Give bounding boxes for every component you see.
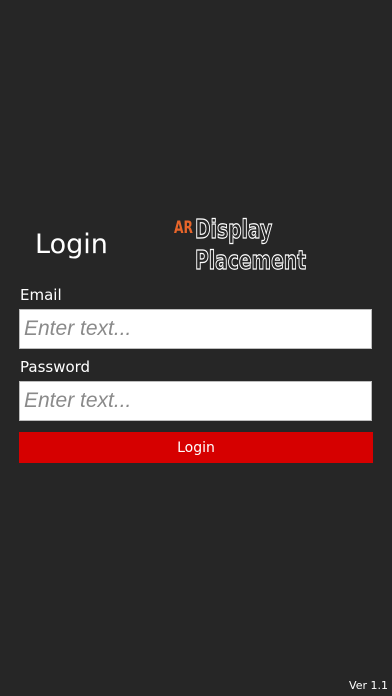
page-title: Login xyxy=(35,229,108,260)
email-field[interactable] xyxy=(19,309,372,349)
logo-placement-text: Placement xyxy=(195,245,307,276)
app-logo: AR Display Placement xyxy=(174,214,324,278)
password-field[interactable] xyxy=(19,381,372,421)
version-label: Ver 1.1 xyxy=(349,679,388,692)
login-button[interactable]: Login xyxy=(19,432,373,463)
logo-display-text: Display xyxy=(195,214,273,245)
password-label: Password xyxy=(20,358,91,376)
logo-ar-text: AR xyxy=(174,218,193,238)
email-label: Email xyxy=(20,286,62,304)
